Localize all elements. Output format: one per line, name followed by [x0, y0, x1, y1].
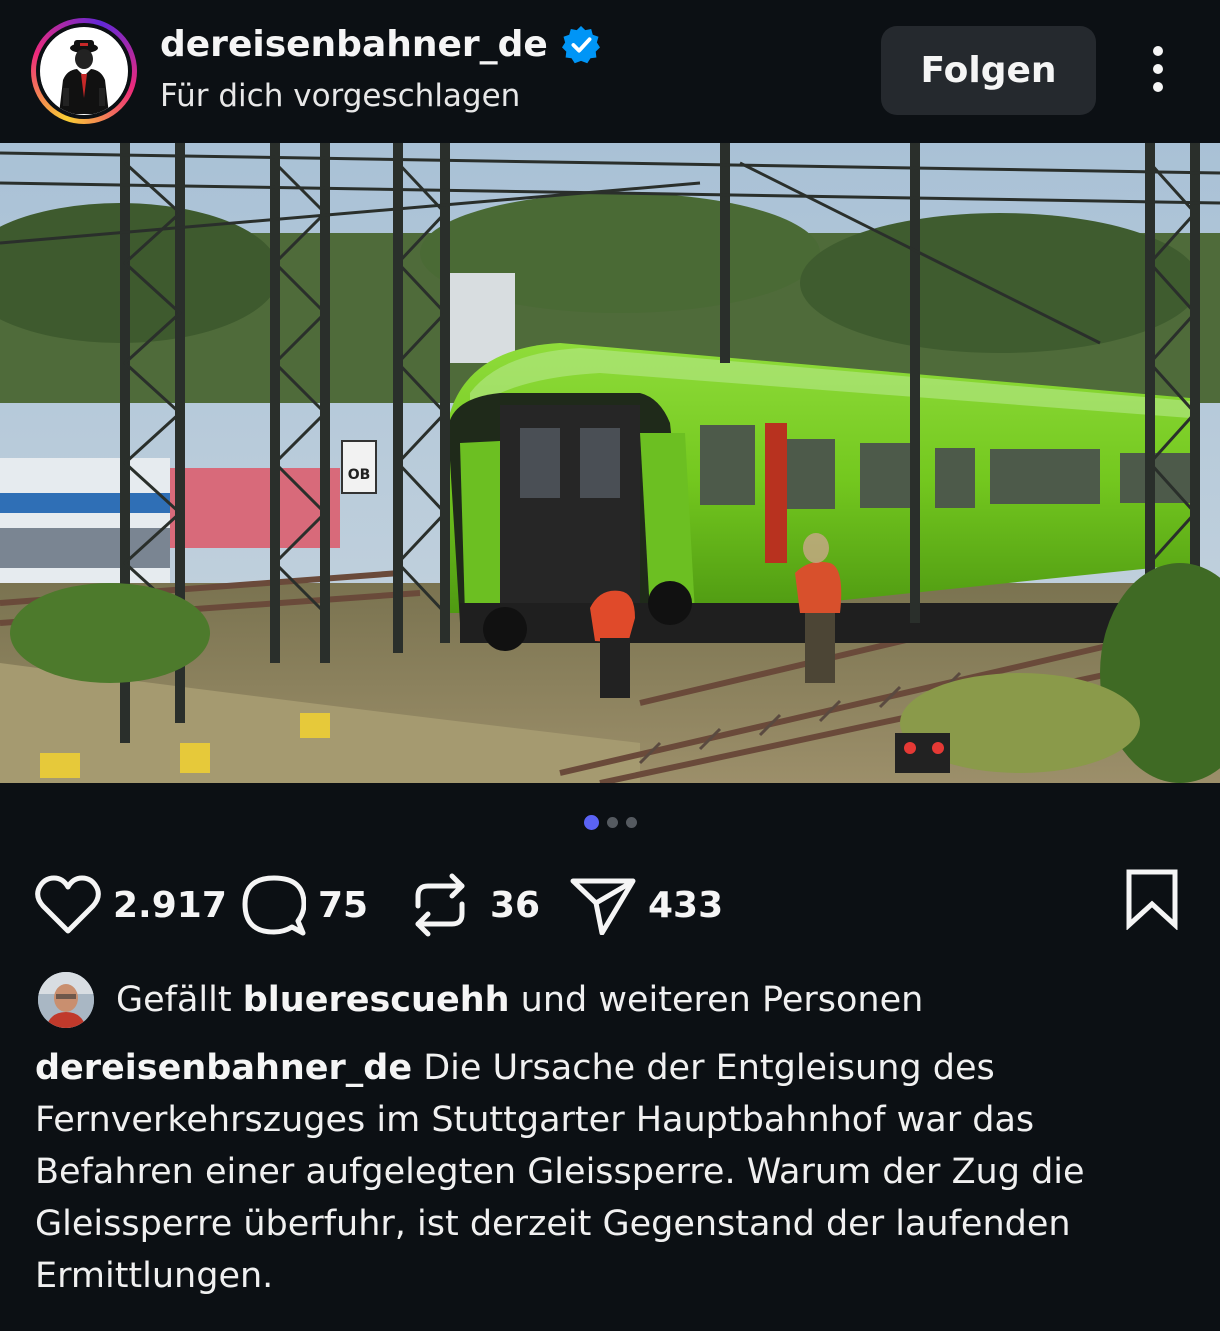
caption-username[interactable]: dereisenbahner_de	[35, 1048, 412, 1088]
derailed-train-photo: OB	[0, 143, 1220, 783]
photo-sign-text: OB	[348, 467, 371, 483]
repost-icon[interactable]	[410, 872, 470, 938]
post-username[interactable]: dereisenbahner_de	[160, 24, 548, 65]
suggested-label: Für dich vorgeschlagen	[160, 78, 521, 114]
heart-icon[interactable]	[35, 875, 101, 935]
shares-count: 433	[648, 884, 724, 926]
profile-avatar[interactable]	[31, 18, 137, 124]
carousel-indicator	[0, 815, 1220, 830]
carousel-dot-active	[583, 815, 599, 830]
post-image[interactable]: OB	[0, 143, 1220, 783]
reposts-count: 36	[490, 884, 541, 926]
comments-count: 75	[318, 884, 369, 926]
liker-avatar[interactable]	[38, 972, 94, 1028]
carousel-dot	[606, 817, 618, 828]
conductor-avatar-image	[41, 28, 127, 114]
post-caption: dereisenbahner_de Die Ursache der Entgle…	[35, 1042, 1195, 1302]
likes-summary[interactable]: Gefällt bluerescuehh und weiteren Person…	[38, 972, 923, 1028]
more-options-icon[interactable]	[1142, 46, 1174, 96]
verified-badge-icon	[561, 25, 600, 63]
action-bar: 2.917 75 36 433	[0, 870, 1220, 940]
comment-icon[interactable]	[242, 873, 306, 937]
likes-prefix: Gefällt	[116, 980, 232, 1020]
like-action[interactable]: 2.917	[35, 870, 227, 940]
liker-username[interactable]: bluerescuehh	[243, 980, 510, 1020]
username-row[interactable]: dereisenbahner_de	[160, 24, 600, 65]
post-header: dereisenbahner_de Für dich vorgeschlagen…	[0, 0, 1220, 143]
share-action[interactable]: 433	[570, 870, 723, 940]
bookmark-icon[interactable]	[1124, 868, 1180, 930]
repost-action[interactable]: 36	[410, 870, 540, 940]
likes-count: 2.917	[113, 884, 227, 926]
share-icon[interactable]	[570, 875, 636, 935]
comment-action[interactable]: 75	[242, 870, 368, 940]
carousel-dot	[625, 817, 637, 828]
liker-avatar-image	[38, 972, 94, 1028]
likes-suffix[interactable]: und weiteren Personen	[521, 980, 924, 1020]
follow-button[interactable]: Folgen	[881, 26, 1096, 115]
likes-text: Gefällt bluerescuehh und weiteren Person…	[116, 980, 923, 1020]
